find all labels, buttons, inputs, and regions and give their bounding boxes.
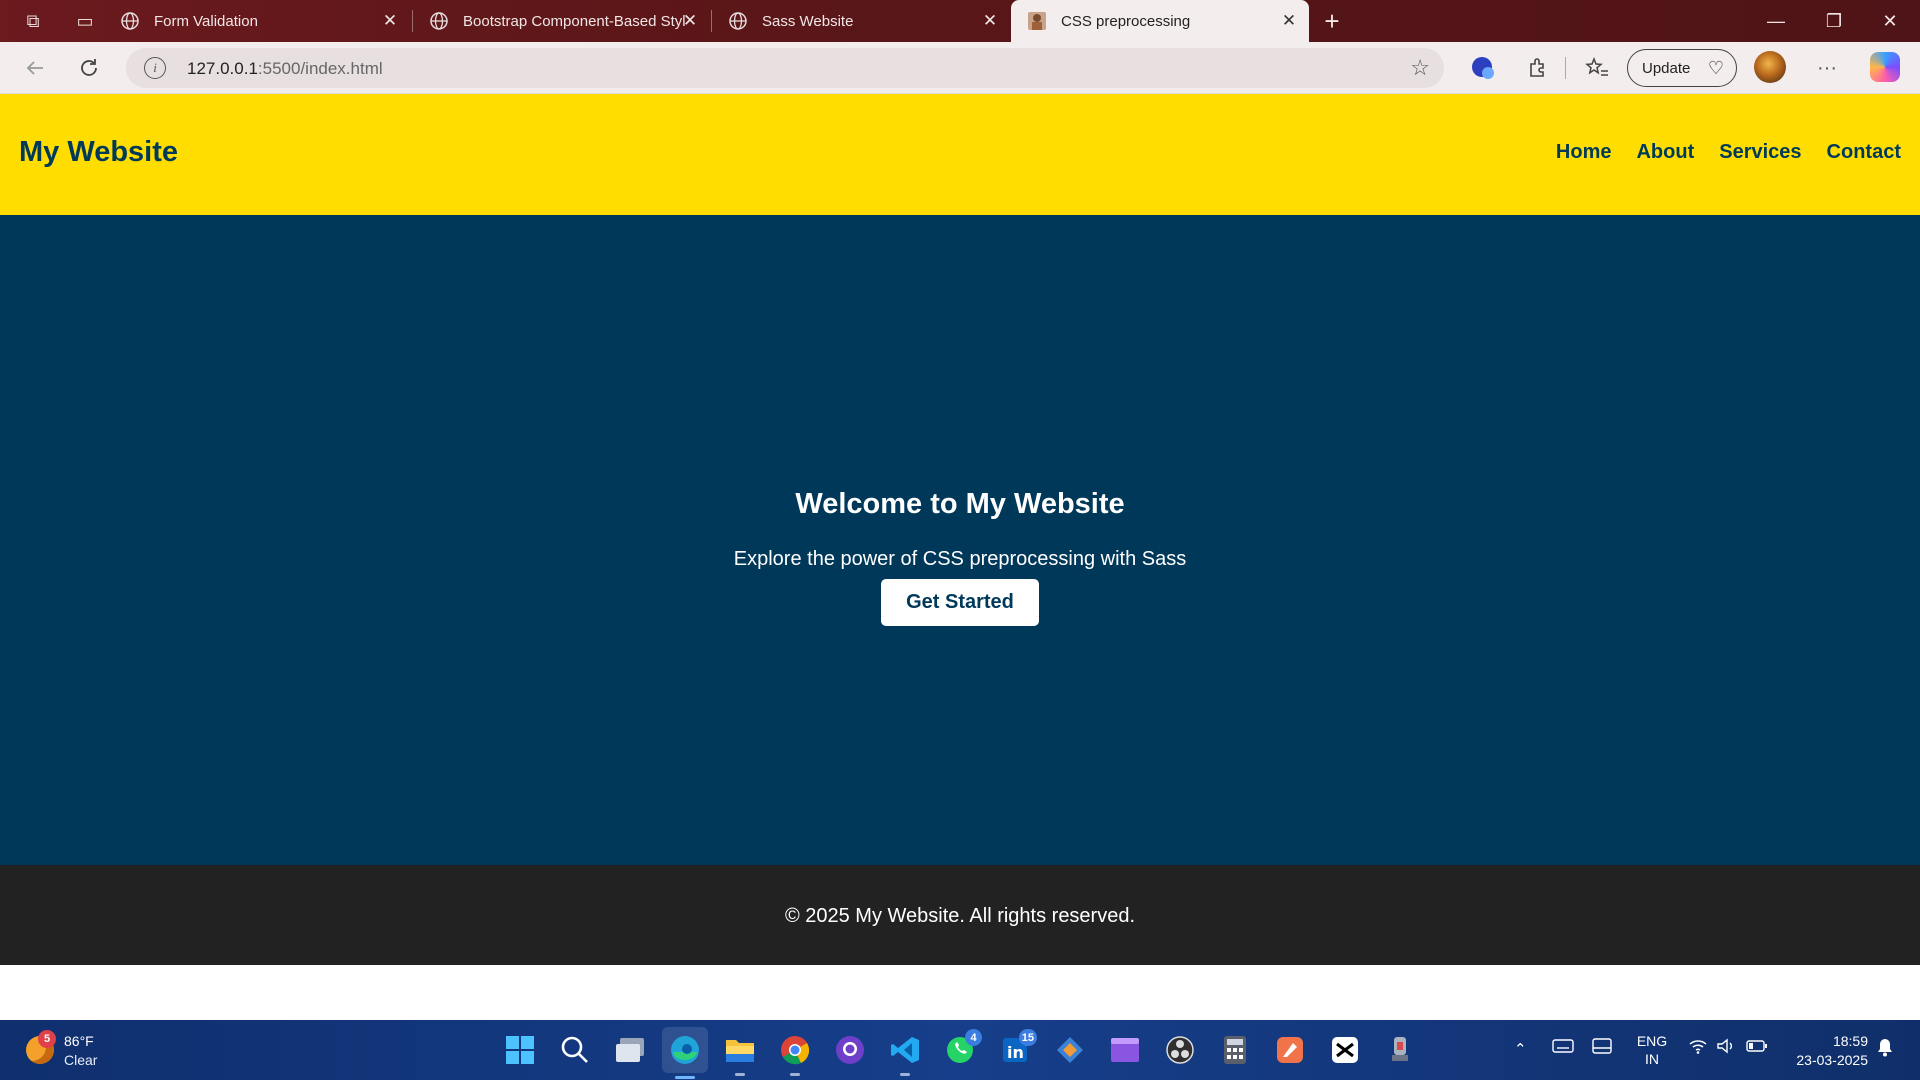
update-label: Update <box>1642 59 1691 77</box>
heart-pulse-icon: ♡ <box>1707 58 1724 78</box>
language-indicator[interactable]: ENG IN <box>1632 1032 1672 1068</box>
sketch-app-icon[interactable] <box>1270 1030 1310 1070</box>
site-nav: Home About Services Contact <box>1556 141 1901 164</box>
globe-icon <box>728 11 748 31</box>
file-explorer-icon[interactable] <box>720 1030 760 1076</box>
update-button[interactable]: Update ♡ <box>1627 49 1737 87</box>
site-logo[interactable]: My Website <box>19 136 178 169</box>
address-bar[interactable]: i 127.0.0.1:5500/index.html ☆ <box>126 48 1444 88</box>
url-path: :5500/index.html <box>257 59 383 78</box>
close-icon[interactable]: ✕ <box>380 11 400 31</box>
volume-icon[interactable] <box>1716 1038 1736 1058</box>
start-button[interactable] <box>500 1030 540 1070</box>
tab-label: Sass Website <box>762 12 854 30</box>
lang-code: ENG <box>1636 1033 1668 1049</box>
running-indicator <box>735 1073 745 1076</box>
close-icon[interactable]: ✕ <box>980 11 1000 31</box>
hero-title: Welcome to My Website <box>795 488 1125 520</box>
site-info-icon[interactable]: i <box>144 57 166 79</box>
tab-label: Form Validation <box>154 12 258 30</box>
show-hidden-icons[interactable]: ⌃ <box>1514 1040 1527 1058</box>
tab-label: CSS preprocessing <box>1061 12 1191 30</box>
hero-subtitle: Explore the power of CSS preprocessing w… <box>733 548 1187 570</box>
clock-time: 18:59 <box>1832 1033 1868 1049</box>
tab-form-validation[interactable]: Form Validation ✕ <box>104 0 410 42</box>
site-header: My Website Home About Services Contact <box>0 94 1920 215</box>
notification-bell-icon[interactable] <box>1876 1037 1894 1061</box>
capcut-icon[interactable] <box>1325 1030 1365 1070</box>
toolbar-divider <box>1565 57 1566 79</box>
screen: ⧉ ▭ Form Validation ✕ Bootstrap Componen… <box>0 0 1920 1080</box>
weather-badge: 5 <box>38 1030 56 1048</box>
tab-actions-icon[interactable]: ▭ <box>68 6 102 36</box>
edge-taskbar-icon[interactable] <box>662 1027 708 1079</box>
more-menu-icon[interactable]: ··· <box>1810 51 1844 85</box>
copilot-extension-icon[interactable] <box>1466 51 1500 85</box>
new-tab-button[interactable]: + <box>1316 6 1348 36</box>
close-icon[interactable]: ✕ <box>1279 11 1299 31</box>
linkedin-icon[interactable]: in 15 <box>995 1029 1037 1070</box>
web-page: My Website Home About Services Contact W… <box>0 94 1920 1020</box>
extensions-icon[interactable] <box>1520 51 1554 85</box>
favorites-icon[interactable] <box>1580 51 1614 85</box>
nav-contact[interactable]: Contact <box>1827 141 1901 164</box>
vscode-icon[interactable] <box>885 1030 925 1076</box>
system-clock[interactable]: 18:59 23-03-2025 <box>1784 1032 1868 1070</box>
snipping-tool-icon[interactable] <box>1050 1030 1090 1070</box>
get-started-button[interactable]: Get Started <box>881 579 1039 626</box>
tablet-mode-icon[interactable] <box>1592 1038 1612 1058</box>
tab-label: Bootstrap Component-Based Styl <box>463 12 685 30</box>
footer-text: © 2025 My Website. All rights reserved. <box>784 905 1136 927</box>
nav-about[interactable]: About <box>1636 141 1694 164</box>
weather-temp: 86°F <box>64 1033 94 1049</box>
obs-studio-icon[interactable] <box>1160 1030 1200 1070</box>
refresh-icon[interactable] <box>72 51 106 85</box>
lang-region: IN <box>1645 1051 1659 1067</box>
whatsapp-badge: 4 <box>965 1029 982 1046</box>
keyboard-icon[interactable] <box>1552 1038 1574 1058</box>
close-icon[interactable]: ✕ <box>680 11 700 31</box>
tab-sass-website[interactable]: Sass Website ✕ <box>712 0 1010 42</box>
search-icon[interactable] <box>555 1030 595 1070</box>
back-arrow-icon[interactable] <box>18 51 52 85</box>
workspaces-icon[interactable]: ⧉ <box>16 6 50 36</box>
battery-icon[interactable] <box>1746 1038 1768 1058</box>
minimize-button[interactable]: — <box>1748 0 1804 42</box>
globe-icon <box>429 11 449 31</box>
hero-section: Welcome to My Website Explore the power … <box>0 215 1920 865</box>
url-host: 127.0.0.1 <box>187 59 258 78</box>
globe-icon <box>120 11 140 31</box>
task-view-icon[interactable] <box>610 1030 650 1070</box>
nav-home[interactable]: Home <box>1556 141 1612 164</box>
tab-css-preprocessing[interactable]: CSS preprocessing ✕ <box>1011 0 1309 42</box>
clipchamp-icon[interactable] <box>1105 1030 1145 1070</box>
weather-widget[interactable]: 5 86°F Clear <box>22 1030 132 1072</box>
favorite-star-icon[interactable]: ☆ <box>1410 55 1430 81</box>
page-favicon-icon <box>1027 11 1047 31</box>
clock-date: 23-03-2025 <box>1796 1052 1868 1068</box>
restore-button[interactable]: ❐ <box>1806 0 1862 42</box>
nav-services[interactable]: Services <box>1719 141 1801 164</box>
site-footer: © 2025 My Website. All rights reserved. <box>0 865 1920 965</box>
github-desktop-icon[interactable] <box>830 1030 870 1070</box>
browser-titlebar: ⧉ ▭ Form Validation ✕ Bootstrap Componen… <box>0 0 1920 42</box>
close-window-button[interactable]: ✕ <box>1862 0 1918 42</box>
active-indicator <box>675 1076 695 1079</box>
running-indicator <box>790 1073 800 1076</box>
calculator-icon[interactable] <box>1215 1030 1255 1070</box>
chrome-icon[interactable] <box>775 1030 815 1076</box>
voice-recorder-icon[interactable] <box>1380 1030 1420 1070</box>
running-indicator <box>900 1073 910 1076</box>
browser-toolbar: i 127.0.0.1:5500/index.html ☆ Update ♡ ·… <box>0 42 1920 94</box>
tab-bootstrap[interactable]: Bootstrap Component-Based Styl ✕ <box>413 0 710 42</box>
url-text[interactable]: 127.0.0.1:5500/index.html <box>187 59 383 79</box>
taskbar: 5 86°F Clear 4 in 15 ⌃ ENG IN 18:59 23-0… <box>0 1020 1920 1080</box>
linkedin-badge: 15 <box>1018 1029 1037 1046</box>
svg-text:in: in <box>1007 1043 1024 1062</box>
wifi-icon[interactable] <box>1688 1038 1708 1058</box>
profile-avatar[interactable] <box>1754 51 1786 83</box>
copilot-icon[interactable] <box>1870 52 1900 82</box>
whatsapp-icon[interactable]: 4 <box>940 1029 982 1070</box>
weather-condition: Clear <box>64 1052 98 1068</box>
